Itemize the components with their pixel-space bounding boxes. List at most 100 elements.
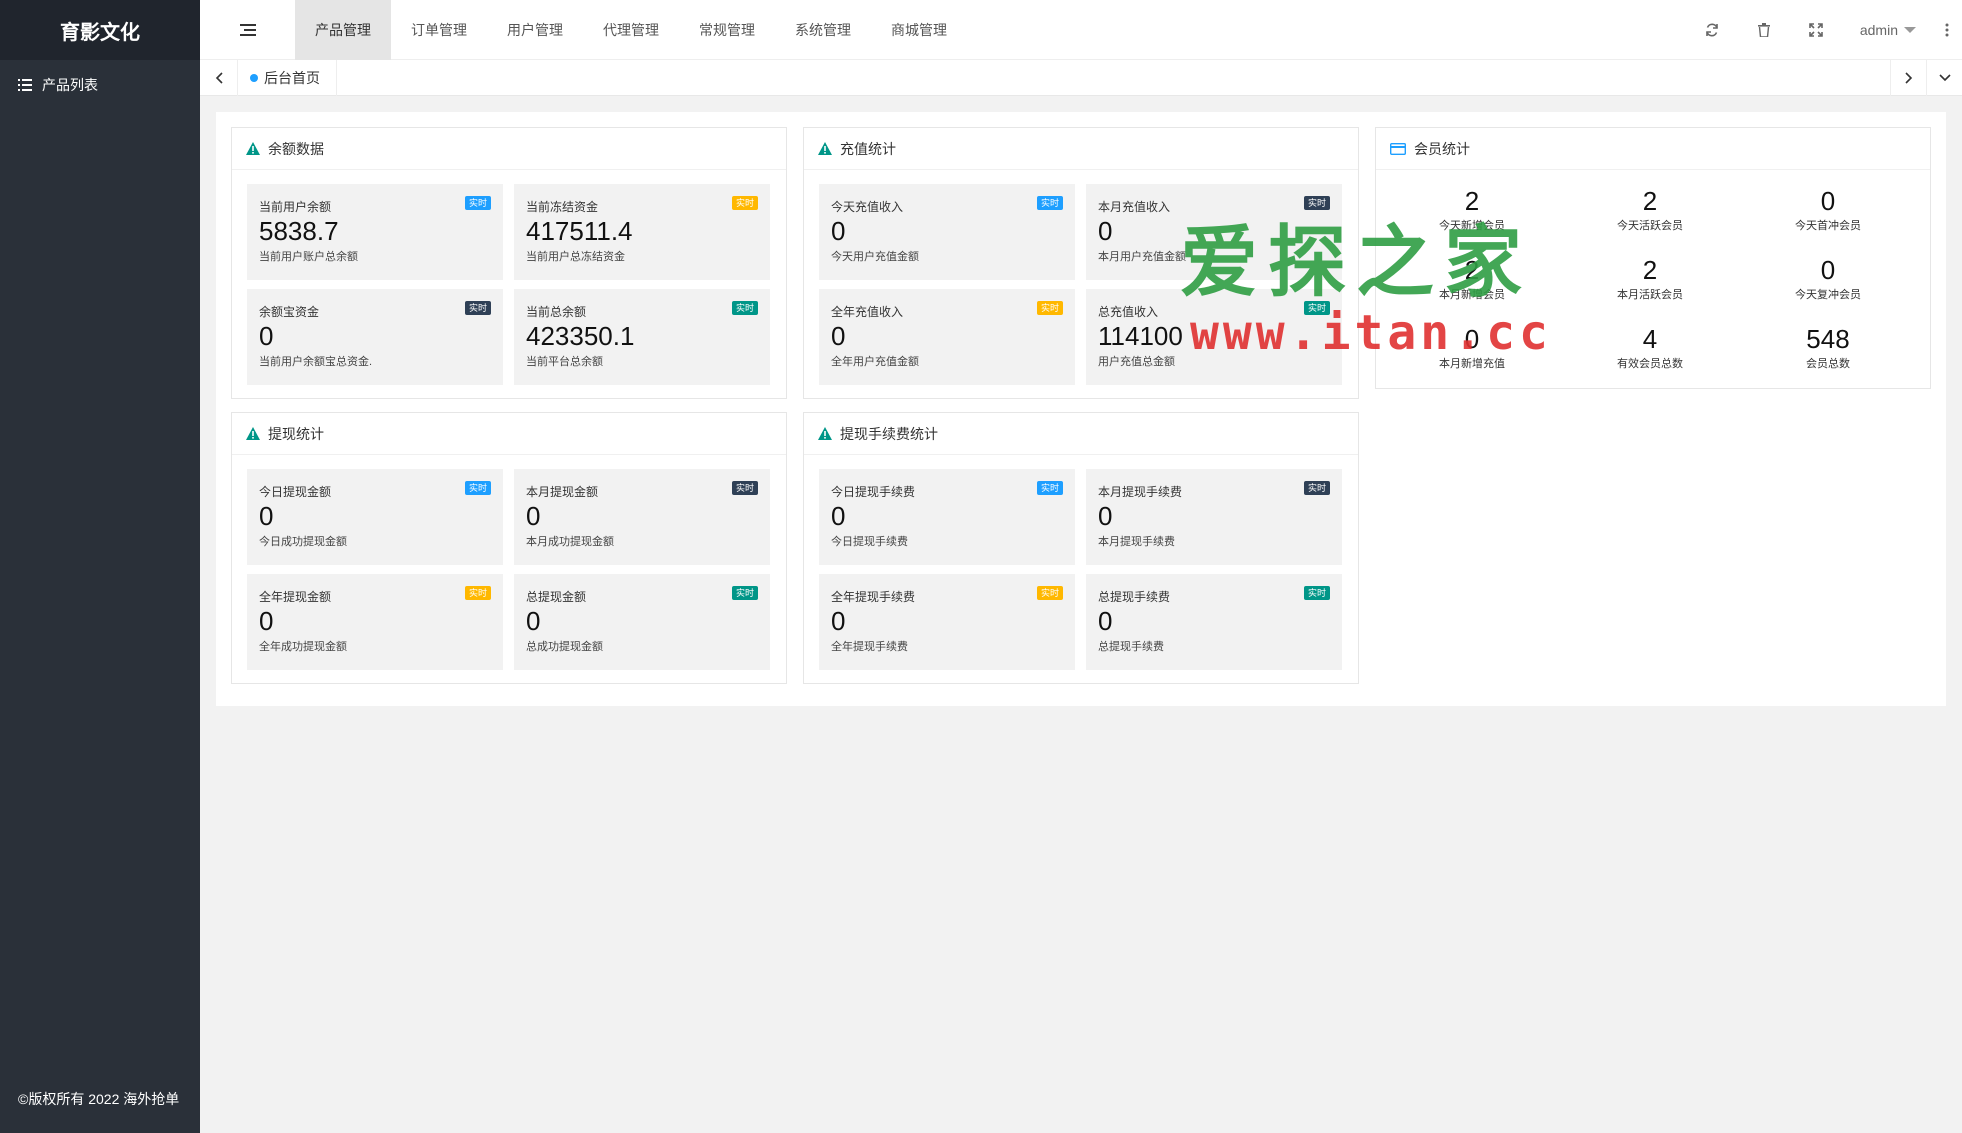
realtime-badge: 实时 <box>464 481 491 495</box>
card-title: 当前冻结资金 <box>526 200 599 214</box>
stat-card: 今天充值收入 实时 0 今天用户充值金额 <box>819 184 1075 280</box>
member-stat-label: 今天新增会员 <box>1439 220 1505 232</box>
member-stat-value: 4 <box>1642 324 1658 354</box>
member-stat: 0 今天首冲会员 <box>1739 186 1917 233</box>
nav-general-management[interactable]: 常规管理 <box>679 0 775 60</box>
card-subtitle: 今日成功提现金额 <box>259 536 347 548</box>
card-subtitle: 全年用户充值金额 <box>831 356 919 368</box>
card-title: 总提现手续费 <box>1098 590 1171 604</box>
list-icon <box>18 79 32 91</box>
panel-header: 会员统计 <box>1376 128 1930 170</box>
card-title: 当前总余额 <box>526 305 587 319</box>
card-value: 423350.1 <box>526 321 635 351</box>
realtime-badge: 实时 <box>1036 481 1063 495</box>
panel-header: 余额数据 <box>232 128 786 170</box>
stat-card: 总提现手续费 实时 0 总提现手续费 <box>1086 574 1342 670</box>
caret-down-icon <box>1904 26 1916 33</box>
member-stat: 2 本月活跃会员 <box>1561 255 1739 302</box>
card-subtitle: 今天用户充值金额 <box>831 251 919 263</box>
refresh-button[interactable] <box>1686 0 1738 60</box>
panel-title: 提现手续费统计 <box>840 425 938 442</box>
withdraw-panel: 提现统计 今日提现金额 实时 0 今日成功提现金额 本月提现金额 实时 0 本月… <box>231 412 787 684</box>
member-stat-value: 0 <box>1820 255 1836 285</box>
tab-scroll-left-button[interactable] <box>200 59 238 96</box>
refresh-icon <box>1706 23 1718 36</box>
tab-options-button[interactable] <box>1926 59 1962 96</box>
member-stat-value: 2 <box>1464 255 1480 285</box>
nav-mall-management[interactable]: 商城管理 <box>871 0 967 60</box>
warning-icon <box>246 142 260 155</box>
nav-user-management[interactable]: 用户管理 <box>487 0 583 60</box>
card-title: 今日提现手续费 <box>831 485 916 499</box>
tab-home[interactable]: 后台首页 <box>238 59 337 96</box>
card-value: 114100 <box>1098 321 1183 351</box>
top-header: 产品管理 订单管理 用户管理 代理管理 常规管理 系统管理 商城管理 admin <box>200 0 1962 60</box>
card-title: 本月充值收入 <box>1098 200 1171 214</box>
member-stat: 548 会员总数 <box>1739 324 1917 371</box>
realtime-badge: 实时 <box>1036 196 1063 210</box>
trash-icon <box>1757 22 1770 37</box>
card-value: 0 <box>831 216 846 246</box>
panel-title: 提现统计 <box>268 425 324 442</box>
credit-card-icon <box>1390 142 1406 155</box>
realtime-badge: 实时 <box>731 301 758 315</box>
member-stat: 0 本月新增充值 <box>1383 324 1561 371</box>
nav-system-management[interactable]: 系统管理 <box>775 0 871 60</box>
nav-product-management[interactable]: 产品管理 <box>295 0 391 60</box>
more-options-button[interactable] <box>1932 23 1962 37</box>
chevron-down-icon <box>1938 73 1951 81</box>
member-stat: 0 今天复冲会员 <box>1739 255 1917 302</box>
panel-title: 充值统计 <box>840 140 896 157</box>
card-value: 0 <box>1098 501 1113 531</box>
card-value: 0 <box>259 321 274 351</box>
member-stat-value: 548 <box>1806 324 1850 354</box>
stat-card: 全年充值收入 实时 0 全年用户充值金额 <box>819 289 1075 385</box>
card-value: 0 <box>831 321 846 351</box>
stat-card: 今日提现金额 实时 0 今日成功提现金额 <box>247 469 503 565</box>
realtime-badge: 实时 <box>464 301 491 315</box>
member-stat-label: 本月活跃会员 <box>1617 289 1683 301</box>
card-value: 0 <box>259 501 274 531</box>
tab-scroll-right-button[interactable] <box>1890 59 1926 96</box>
card-value: 0 <box>526 501 541 531</box>
stat-card: 当前总余额 实时 423350.1 当前平台总余额 <box>514 289 770 385</box>
card-value: 0 <box>831 606 846 636</box>
panel-title: 会员统计 <box>1414 140 1470 157</box>
fullscreen-icon <box>1809 22 1823 37</box>
stat-card: 总提现金额 实时 0 总成功提现金额 <box>514 574 770 670</box>
member-stat-label: 今天活跃会员 <box>1617 220 1683 232</box>
card-title: 今日提现金额 <box>259 485 332 499</box>
chevron-right-icon <box>1904 71 1912 84</box>
member-stat-label: 今天首冲会员 <box>1795 220 1861 232</box>
sidebar: 育影文化 产品列表 ©版权所有 2022 海外抢单 <box>0 0 200 1133</box>
card-title: 今天充值收入 <box>831 200 904 214</box>
clear-cache-button[interactable] <box>1738 0 1790 60</box>
menu-toggle-button[interactable] <box>200 0 295 60</box>
stat-card: 全年提现金额 实时 0 全年成功提现金额 <box>247 574 503 670</box>
member-stat: 2 今天活跃会员 <box>1561 186 1739 233</box>
member-stat-value: 0 <box>1464 324 1480 354</box>
user-menu[interactable]: admin <box>1842 22 1932 38</box>
card-subtitle: 今日提现手续费 <box>831 536 908 548</box>
panel-header: 提现手续费统计 <box>804 413 1358 455</box>
tab-home-label: 后台首页 <box>264 69 320 86</box>
member-stat: 2 今天新增会员 <box>1383 186 1561 233</box>
nav-order-management[interactable]: 订单管理 <box>391 0 487 60</box>
card-subtitle: 当前用户余额宝总资金. <box>259 356 373 368</box>
realtime-badge: 实时 <box>1303 301 1330 315</box>
card-title: 本月提现金额 <box>526 485 599 499</box>
realtime-badge: 实时 <box>1303 586 1330 600</box>
card-title: 全年提现手续费 <box>831 590 916 604</box>
realtime-badge: 实时 <box>731 196 758 210</box>
member-stat-value: 2 <box>1464 186 1480 216</box>
member-stat: 2 本月新增会员 <box>1383 255 1561 302</box>
stat-card: 本月提现手续费 实时 0 本月提现手续费 <box>1086 469 1342 565</box>
card-title: 总充值收入 <box>1098 305 1159 319</box>
active-dot-icon <box>250 73 258 82</box>
sidebar-item-product-list[interactable]: 产品列表 <box>0 60 200 110</box>
nav-agent-management[interactable]: 代理管理 <box>583 0 679 60</box>
panel-title: 余额数据 <box>268 140 324 157</box>
card-subtitle: 当前用户总冻结资金 <box>526 251 625 263</box>
fullscreen-button[interactable] <box>1790 0 1842 60</box>
card-value: 417511.4 <box>526 216 633 246</box>
